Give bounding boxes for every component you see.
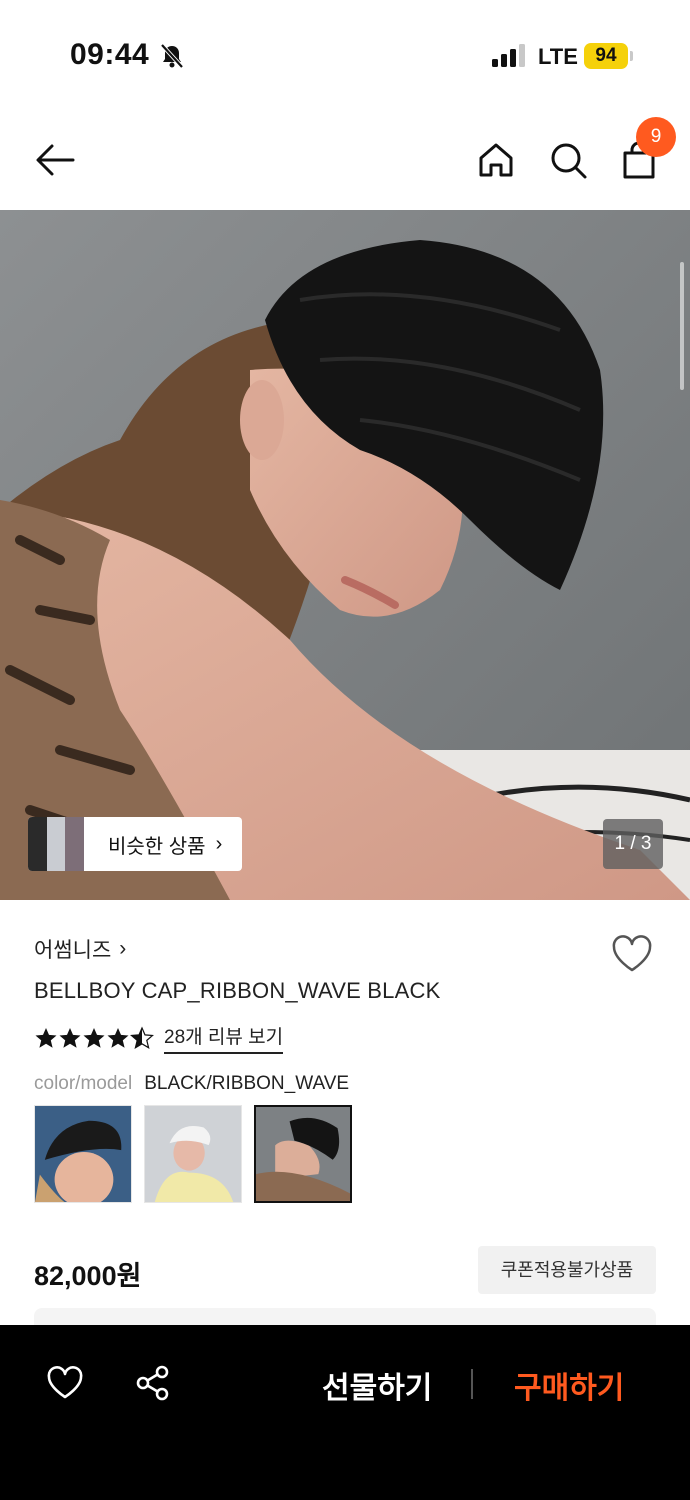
swatch-image: [35, 1106, 131, 1202]
star-icon: [107, 1028, 129, 1048]
brand-name: 어썸니즈: [34, 939, 112, 962]
chevron-right-icon: ›: [119, 937, 127, 960]
gift-button[interactable]: 선물하기: [322, 1363, 432, 1407]
option-value: BLACK/RIBBON_WAVE: [144, 1073, 350, 1094]
half-star-icon: [130, 1026, 154, 1049]
swatch-option-selected[interactable]: [254, 1105, 352, 1203]
rating-row: 28개 리뷰 보기: [34, 1022, 284, 1054]
top-nav: [0, 110, 690, 210]
heart-icon[interactable]: [46, 1365, 84, 1401]
search-icon[interactable]: [546, 138, 590, 182]
rating-stars: [34, 1026, 154, 1050]
chevron-right-icon: ›: [215, 832, 223, 855]
similar-products-button[interactable]: 비슷한 상품 ›: [28, 817, 242, 871]
buy-button[interactable]: 구매하기: [514, 1363, 624, 1407]
swatch-option[interactable]: [144, 1105, 242, 1203]
review-link[interactable]: 28개 리뷰 보기: [164, 1022, 284, 1054]
product-image-carousel[interactable]: 비슷한 상품 › 1 / 3: [0, 210, 690, 900]
heart-icon[interactable]: [610, 934, 654, 974]
divider: [471, 1369, 473, 1399]
similar-products-label: 비슷한 상품: [108, 835, 206, 858]
product-title: BELLBOY CAP_RIBBON_WAVE BLACK: [34, 978, 441, 1003]
status-time: 09:44: [70, 38, 150, 71]
swatch-image: [256, 1107, 350, 1201]
star-icon: [83, 1028, 105, 1048]
image-page-counter: 1 / 3: [603, 819, 663, 869]
back-arrow-icon[interactable]: [33, 138, 77, 182]
star-icon: [59, 1028, 81, 1048]
scroll-indicator[interactable]: [680, 262, 684, 390]
bell-off-icon: [160, 43, 184, 69]
signal-icon: [492, 44, 525, 67]
option-row: color/model BLACK/RIBBON_WAVE: [34, 1073, 349, 1095]
swatch-image: [145, 1106, 241, 1202]
swatch-option[interactable]: [34, 1105, 132, 1203]
battery-level: 94: [584, 43, 628, 69]
bottom-action-bar: 선물하기 구매하기: [0, 1325, 690, 1500]
star-icon: [35, 1028, 57, 1048]
share-icon[interactable]: [134, 1364, 172, 1402]
home-icon[interactable]: [474, 138, 518, 182]
brand-link[interactable]: 어썸니즈 ›: [34, 934, 126, 964]
product-photo: [0, 210, 690, 900]
cart-count-badge: 9: [636, 117, 676, 157]
similar-thumbnails: [28, 817, 85, 871]
coupon-unavailable-badge: 쿠폰적용불가상품: [478, 1246, 656, 1294]
network-type: LTE: [538, 44, 578, 69]
option-label: color/model: [34, 1073, 133, 1094]
battery-tip: [630, 51, 633, 61]
product-price: 82,000원: [34, 1261, 142, 1291]
color-swatches: [34, 1105, 364, 1203]
status-bar: 09:44 LTE 94: [0, 0, 690, 110]
